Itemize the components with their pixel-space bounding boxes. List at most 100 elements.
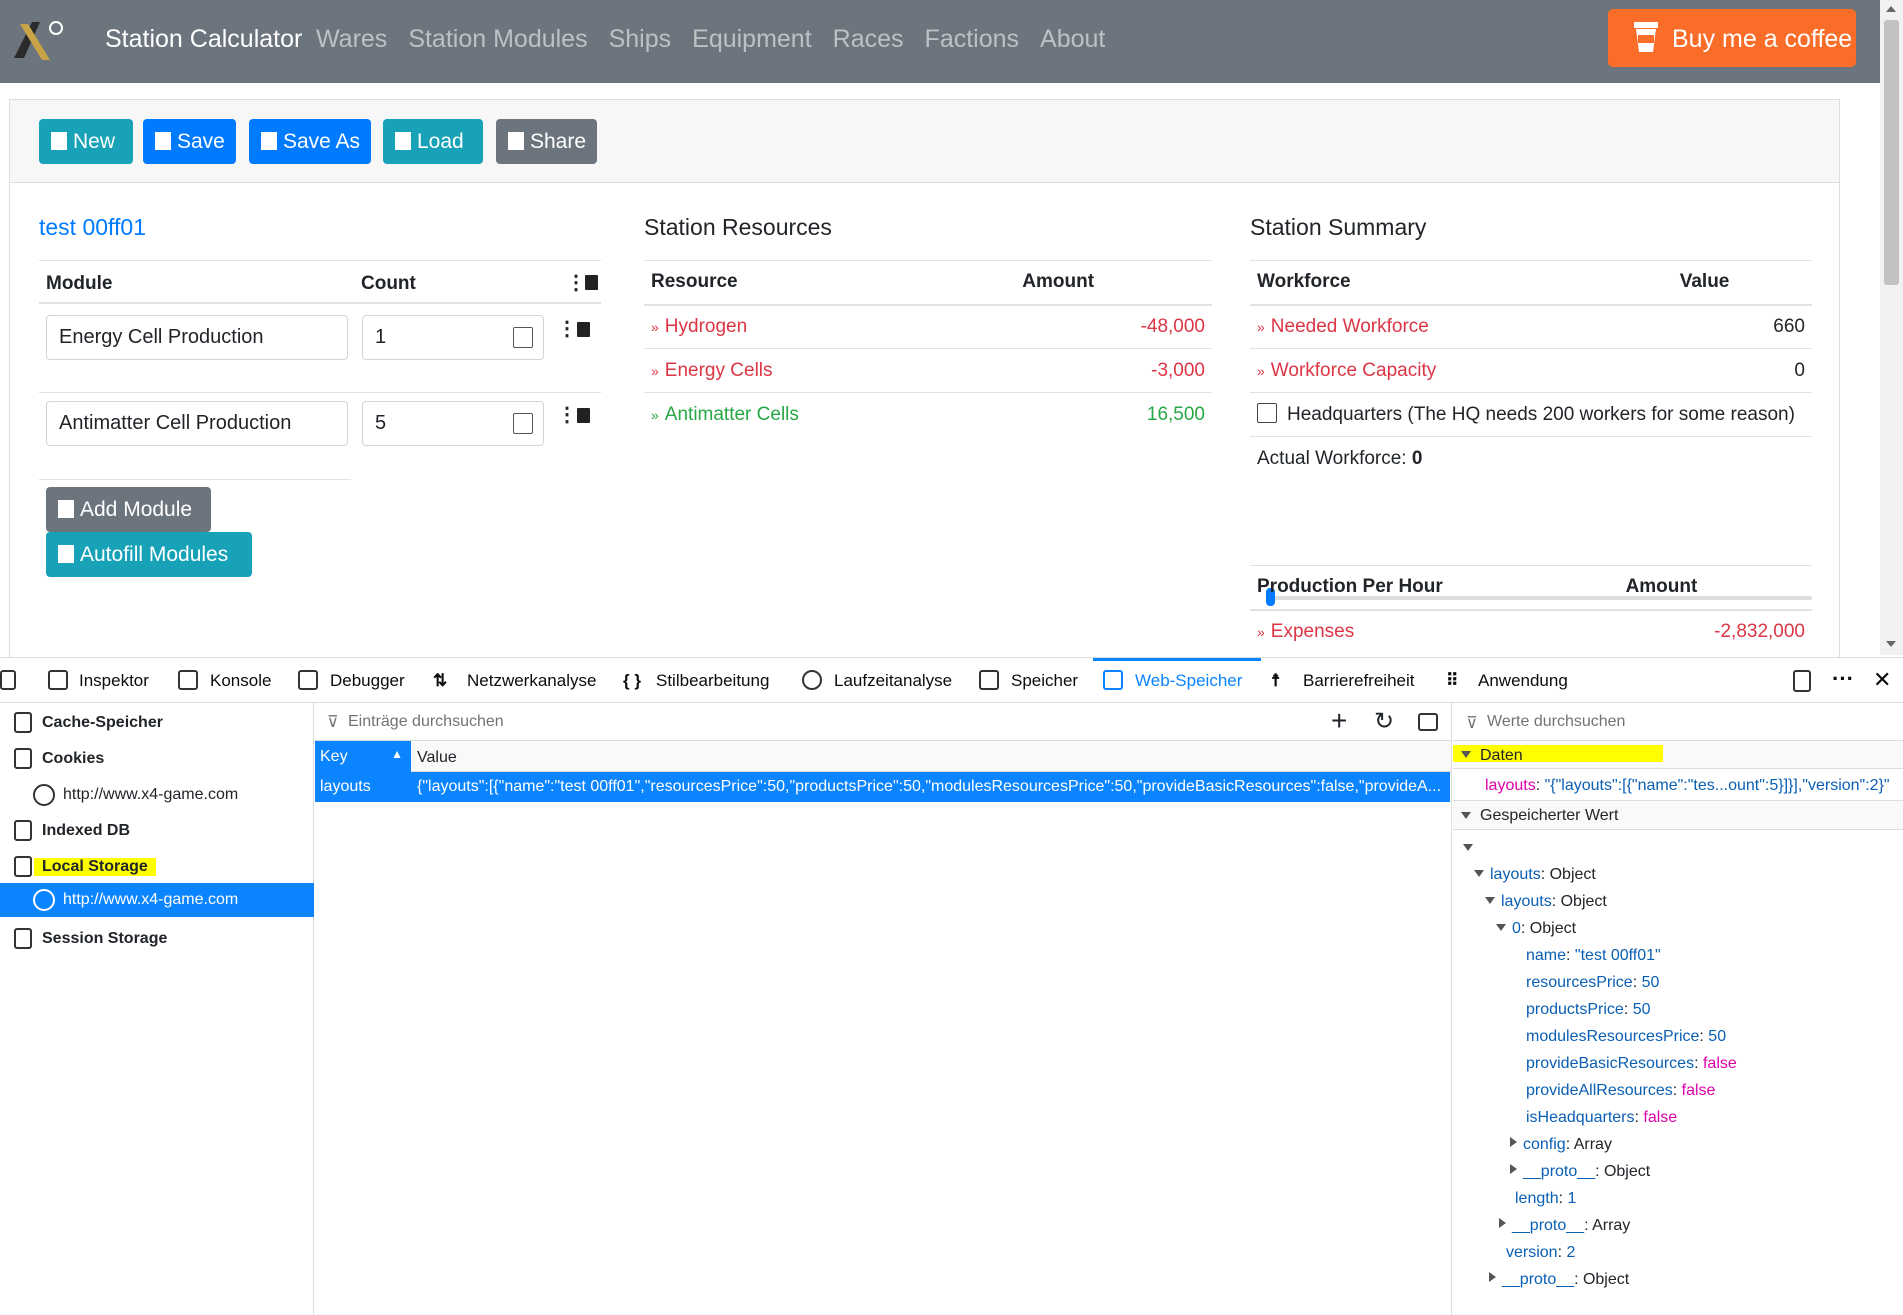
- load-button[interactable]: Load: [383, 119, 483, 164]
- table-row[interactable]: » Workforce Capacity 0: [1250, 348, 1812, 393]
- tree-leaf[interactable]: provideBasicResources: false: [1526, 1055, 1737, 1073]
- collapse-icon[interactable]: [1489, 1272, 1496, 1282]
- save-button[interactable]: Save: [143, 119, 236, 164]
- expand-icon[interactable]: [1474, 870, 1484, 877]
- tree-leaf[interactable]: isHeadquarters: false: [1526, 1109, 1677, 1127]
- nav-wares[interactable]: Wares: [316, 25, 387, 53]
- chevron-down-icon[interactable]: »: [1257, 624, 1265, 640]
- new-button[interactable]: New: [39, 119, 133, 164]
- tree-node[interactable]: __proto__: Array: [1499, 1217, 1630, 1235]
- tab-netzwerkanalyse[interactable]: Netzwerkanalyse: [467, 671, 596, 691]
- add-icon[interactable]: +: [1331, 705, 1347, 737]
- tab-anwendung[interactable]: Anwendung: [1478, 671, 1568, 691]
- tab-inspektor[interactable]: Inspektor: [79, 671, 149, 691]
- brand[interactable]: Station Calculator: [105, 25, 302, 54]
- nav-station-modules[interactable]: Station Modules: [408, 25, 587, 53]
- share-button[interactable]: Share: [496, 119, 597, 164]
- collapse-icon[interactable]: [1510, 1137, 1517, 1147]
- tree-leaf[interactable]: modulesResourcesPrice: 50: [1526, 1028, 1726, 1046]
- expand-icon[interactable]: [1496, 924, 1506, 931]
- trash-icon[interactable]: [577, 322, 590, 337]
- nav-factions[interactable]: Factions: [925, 25, 1019, 53]
- tree-leaf[interactable]: productsPrice: 50: [1526, 1001, 1651, 1019]
- nav-about[interactable]: About: [1040, 25, 1105, 53]
- col-value[interactable]: Value: [417, 749, 457, 767]
- expand-icon[interactable]: [1485, 897, 1495, 904]
- tree-node[interactable]: layouts: Object: [1474, 866, 1596, 884]
- dock-icon[interactable]: [1793, 670, 1811, 692]
- spinner-icon[interactable]: [513, 327, 533, 348]
- tree-node[interactable]: 0: Object: [1496, 920, 1576, 938]
- tab-konsole[interactable]: Konsole: [210, 671, 271, 691]
- tab-speicher[interactable]: Speicher: [1011, 671, 1078, 691]
- nav-races[interactable]: Races: [833, 25, 904, 53]
- trash-icon[interactable]: [585, 275, 598, 290]
- nav-ships[interactable]: Ships: [609, 25, 672, 53]
- collapse-icon[interactable]: [1510, 1164, 1517, 1174]
- table-row[interactable]: » Hydrogen -48,000: [644, 304, 1212, 349]
- tree-leaf[interactable]: name: "test 00ff01": [1526, 947, 1661, 965]
- menu-dots-icon[interactable]: ⋮: [557, 316, 577, 341]
- filter-entries-input[interactable]: Einträge durchsuchen: [348, 713, 504, 731]
- close-icon[interactable]: ✕: [1873, 667, 1891, 693]
- sidebar-item-cookies-host[interactable]: http://www.x4-game.com: [0, 778, 314, 812]
- tab-debugger[interactable]: Debugger: [330, 671, 405, 691]
- chevron-down-icon[interactable]: »: [1257, 363, 1265, 379]
- sidebar-item-session-storage[interactable]: Session Storage: [0, 922, 314, 956]
- x4-logo[interactable]: [10, 18, 66, 64]
- col-key[interactable]: Key ▲: [315, 741, 411, 772]
- stored-section-header[interactable]: Gespeicherter Wert: [1453, 800, 1903, 830]
- menu-dots-icon[interactable]: ⋮: [557, 402, 577, 427]
- scroll-up-icon[interactable]: [1886, 6, 1896, 12]
- tree-root[interactable]: [1463, 840, 1479, 858]
- sidebar-item-cache[interactable]: Cache-Speicher: [0, 706, 314, 740]
- module-select-1[interactable]: Energy Cell Production: [46, 315, 348, 360]
- page-scrollbar[interactable]: [1880, 0, 1903, 655]
- data-section-header[interactable]: Daten: [1453, 740, 1903, 769]
- sidebar-toggle-icon[interactable]: [1418, 713, 1438, 731]
- tree-leaf[interactable]: version: 2: [1506, 1244, 1575, 1262]
- count-input-1[interactable]: 1: [362, 315, 544, 360]
- chevron-down-icon[interactable]: »: [651, 407, 659, 423]
- count-input-2[interactable]: 5: [362, 401, 544, 446]
- table-row[interactable]: » Needed Workforce 660: [1250, 304, 1812, 349]
- tab-stilbearbeitung[interactable]: Stilbearbeitung: [656, 671, 769, 691]
- tab-laufzeitanalyse[interactable]: Laufzeitanalyse: [834, 671, 952, 691]
- sidebar-item-indexeddb[interactable]: Indexed DB: [0, 814, 314, 848]
- layout-name[interactable]: test 00ff01: [39, 214, 146, 241]
- nav-equipment[interactable]: Equipment: [692, 25, 812, 53]
- tree-node[interactable]: __proto__: Object: [1510, 1163, 1650, 1181]
- collapse-icon[interactable]: [1499, 1218, 1506, 1228]
- scroll-thumb[interactable]: [1884, 20, 1899, 285]
- table-row[interactable]: layouts {"layouts":[{"name":"test 00ff01…: [315, 772, 1450, 802]
- menu-dots-icon[interactable]: ⋮: [566, 270, 586, 295]
- picker-icon[interactable]: [0, 670, 16, 690]
- expand-icon[interactable]: [1461, 812, 1471, 819]
- tree-leaf[interactable]: resourcesPrice: 50: [1526, 974, 1659, 992]
- save-as-button[interactable]: Save As: [249, 119, 371, 164]
- add-module-button[interactable]: Add Module: [46, 487, 211, 532]
- filter-values-input[interactable]: Werte durchsuchen: [1487, 713, 1625, 731]
- chevron-down-icon[interactable]: »: [1257, 319, 1265, 335]
- scroll-down-icon[interactable]: [1886, 641, 1896, 647]
- tab-barrierefreiheit[interactable]: Barrierefreiheit: [1303, 671, 1415, 691]
- sidebar-item-cookies[interactable]: Cookies: [0, 742, 314, 776]
- module-select-2[interactable]: Antimatter Cell Production: [46, 401, 348, 446]
- tree-node[interactable]: config: Array: [1510, 1136, 1612, 1154]
- more-icon[interactable]: ···: [1832, 666, 1854, 692]
- table-row[interactable]: » Antimatter Cells 16,500: [644, 393, 1212, 437]
- chevron-down-icon[interactable]: »: [651, 363, 659, 379]
- tree-node[interactable]: layouts: Object: [1485, 893, 1607, 911]
- buy-coffee-button[interactable]: Buy me a coffee: [1608, 9, 1856, 67]
- expand-icon[interactable]: [1461, 751, 1471, 758]
- refresh-icon[interactable]: ↻: [1374, 707, 1394, 736]
- trash-icon[interactable]: [577, 408, 590, 423]
- tree-leaf[interactable]: length: 1: [1515, 1190, 1576, 1208]
- chevron-down-icon[interactable]: »: [651, 319, 659, 335]
- spinner-icon[interactable]: [513, 413, 533, 434]
- tree-node[interactable]: __proto__: Object: [1489, 1271, 1629, 1289]
- tree-leaf[interactable]: provideAllResources: false: [1526, 1082, 1715, 1100]
- sidebar-item-local-storage[interactable]: Local Storage: [0, 850, 314, 884]
- tab-web-speicher[interactable]: Web-Speicher: [1135, 671, 1242, 691]
- sidebar-item-local-storage-host[interactable]: http://www.x4-game.com: [0, 883, 314, 917]
